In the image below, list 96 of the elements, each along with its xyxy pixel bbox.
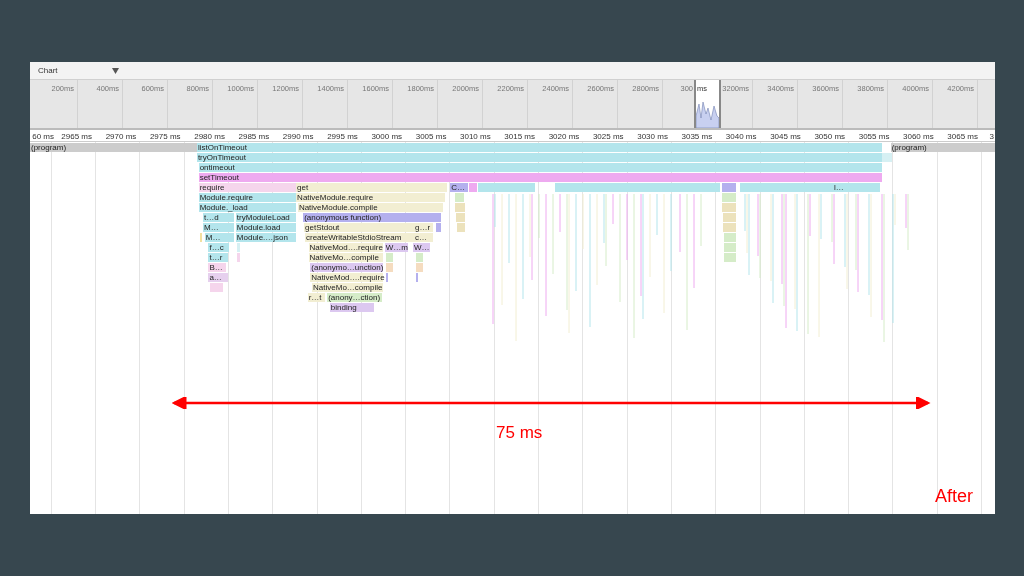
ruler-tick-label: 3 bbox=[989, 131, 994, 143]
flame-bar[interactable]: c… bbox=[413, 233, 433, 242]
ruler-tick-label: 3040 ms bbox=[725, 131, 757, 143]
ruler-tick-label: 60 ms bbox=[32, 131, 54, 143]
ruler-tick-label: 2980 ms bbox=[194, 131, 225, 143]
flame-bar[interactable]: Module.load bbox=[235, 223, 297, 232]
flame-bar[interactable]: Module.…json bbox=[235, 233, 297, 242]
flame-bar[interactable]: (anony…ction) bbox=[327, 293, 383, 302]
flame-bar[interactable]: C… bbox=[450, 183, 468, 192]
flame-bar[interactable] bbox=[477, 183, 536, 192]
flame-bar[interactable]: NativeMo…compile bbox=[308, 253, 383, 262]
flame-bar[interactable] bbox=[724, 233, 736, 242]
flame-bar[interactable]: ontimeout bbox=[198, 163, 882, 172]
ruler-tick-label: 3005 ms bbox=[415, 131, 447, 143]
flame-bar[interactable]: (anonymous function) bbox=[303, 213, 442, 222]
flame-bar[interactable]: t…d bbox=[203, 213, 235, 222]
flame-bar[interactable]: (anonymo…unction) bbox=[310, 263, 383, 272]
flame-bar[interactable]: setTimeout bbox=[198, 173, 882, 182]
ruler-tick-label: 2985 ms bbox=[238, 131, 270, 143]
flame-bar[interactable] bbox=[457, 223, 466, 232]
flame-bar[interactable] bbox=[468, 183, 477, 192]
flame-bar[interactable] bbox=[236, 243, 241, 252]
flame-bar[interactable] bbox=[385, 263, 393, 272]
flame-bar[interactable] bbox=[454, 193, 465, 202]
span-label: 75 ms bbox=[496, 422, 543, 444]
flame-bar[interactable]: g…r bbox=[413, 223, 433, 232]
flame-bar[interactable]: l… bbox=[833, 183, 852, 192]
flame-bar[interactable] bbox=[210, 283, 224, 292]
ruler-tick-label: 3035 ms bbox=[681, 131, 713, 143]
flame-bar[interactable]: listOnTimeout bbox=[196, 143, 882, 152]
flame-bar[interactable] bbox=[723, 223, 736, 232]
caret-icon[interactable] bbox=[111, 67, 119, 74]
flame-bar[interactable]: r…t bbox=[307, 293, 326, 302]
flame-bar[interactable] bbox=[236, 253, 241, 262]
flame-bar[interactable] bbox=[456, 213, 466, 222]
flame-bar[interactable] bbox=[415, 253, 423, 262]
flame-bar[interactable]: NativeModule.compile bbox=[297, 203, 444, 212]
flame-bar[interactable] bbox=[385, 253, 393, 262]
flame-bar[interactable]: NativeMod….require bbox=[310, 273, 383, 282]
ruler-tick-label: 3065 ms bbox=[947, 131, 978, 143]
ruler-tick-label: 2990 ms bbox=[282, 131, 314, 143]
flame-bar[interactable]: B… bbox=[208, 263, 227, 272]
flame-bar[interactable]: W… bbox=[413, 243, 430, 252]
flame-bar[interactable]: (program) bbox=[890, 143, 995, 152]
flame-bar[interactable] bbox=[454, 203, 466, 212]
flame-bar[interactable]: M… bbox=[203, 223, 235, 232]
flame-bar[interactable] bbox=[554, 183, 720, 192]
ruler-tick-label: 3050 ms bbox=[814, 131, 846, 143]
flame-bar[interactable] bbox=[436, 223, 442, 232]
flame-bar[interactable] bbox=[722, 203, 736, 212]
flame-bar[interactable]: tryModuleLoad bbox=[235, 213, 297, 222]
flame-bar[interactable]: (program) bbox=[30, 143, 197, 152]
ruler-tick-label: 3060 ms bbox=[903, 131, 934, 143]
ruler-tick-label: 2975 ms bbox=[149, 131, 181, 143]
flame-bar[interactable] bbox=[415, 273, 419, 282]
flame-bar[interactable] bbox=[851, 183, 880, 192]
ruler-tick-label: 2995 ms bbox=[327, 131, 358, 143]
flame-bar[interactable]: f…c bbox=[208, 243, 229, 252]
flame-bar[interactable] bbox=[724, 253, 736, 262]
ruler-tick-label: 3055 ms bbox=[858, 131, 890, 143]
flame-bar[interactable] bbox=[723, 213, 736, 222]
flame-bar[interactable] bbox=[881, 153, 892, 162]
flame-bar[interactable]: Module.require bbox=[198, 193, 297, 202]
flame-bar[interactable]: tryOnTimeout bbox=[196, 153, 882, 162]
activity-graph-drawing bbox=[696, 101, 719, 128]
flame-bar[interactable]: createWritableStdioStream bbox=[304, 233, 414, 242]
flame-bar[interactable]: Module._load bbox=[198, 203, 297, 212]
flame-bar[interactable]: W…m bbox=[384, 243, 408, 252]
flame-bar[interactable]: getStdout bbox=[304, 223, 414, 232]
caption: After bbox=[935, 485, 973, 508]
flame-bar[interactable] bbox=[724, 243, 736, 252]
ruler-tick-label: 3030 ms bbox=[637, 131, 668, 143]
flame-bar[interactable]: a… bbox=[208, 273, 228, 282]
flame-bar[interactable]: t…r bbox=[208, 253, 228, 262]
ruler-tick-label: 3020 ms bbox=[548, 131, 580, 143]
ruler-tick-label: 3015 ms bbox=[504, 131, 535, 143]
flame-bar[interactable]: M… bbox=[204, 233, 235, 242]
flame-bar[interactable] bbox=[722, 193, 736, 202]
ruler-tick-label: 3045 ms bbox=[770, 131, 801, 143]
ruler-tick-label: 2965 ms bbox=[61, 131, 92, 143]
flame-bar[interactable]: binding bbox=[329, 303, 375, 312]
view-select[interactable]: Chart bbox=[38, 64, 58, 77]
ruler-tick-label: 3000 ms bbox=[371, 131, 403, 143]
flame-bar[interactable]: NativeMo…compile bbox=[312, 283, 383, 292]
ruler-tick-label: 2970 ms bbox=[105, 131, 137, 143]
ruler-tick-label: 3010 ms bbox=[460, 131, 491, 143]
flame-bar[interactable]: NativeMod….require bbox=[308, 243, 383, 252]
flame-bar[interactable] bbox=[740, 183, 833, 192]
flame-bar[interactable]: require bbox=[198, 183, 297, 192]
flame-bar[interactable] bbox=[199, 233, 203, 242]
flame-bar[interactable]: NativeModule.require bbox=[296, 193, 445, 202]
flame-bar[interactable] bbox=[385, 273, 389, 282]
flame-bar[interactable] bbox=[415, 263, 423, 272]
flame-bar[interactable] bbox=[722, 183, 736, 192]
ruler-tick-label: 3025 ms bbox=[592, 131, 624, 143]
flame-bar[interactable]: get bbox=[296, 183, 447, 192]
